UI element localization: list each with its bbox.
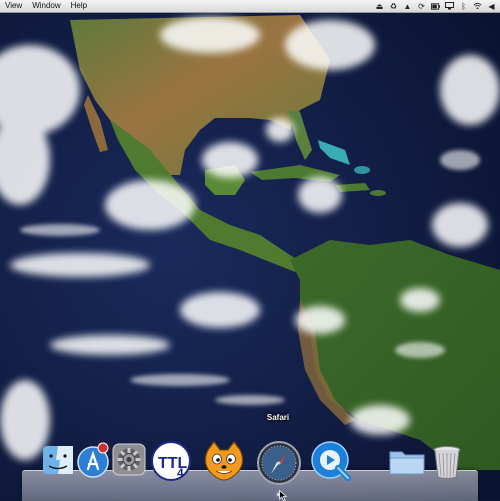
safari-compass-icon: [257, 441, 301, 485]
dock-finder[interactable]: [42, 440, 74, 476]
finder-icon: [43, 446, 73, 474]
dock-safari[interactable]: [256, 440, 302, 486]
folder-icon: [389, 451, 425, 475]
dock-app-store[interactable]: [76, 440, 110, 478]
notification-badge: [97, 442, 109, 454]
menu-help[interactable]: Help: [66, 0, 92, 12]
sync-icon[interactable]: ⟳: [417, 2, 426, 11]
menu-bar: View Window Help ⏏ ♻ ▲ ⟳ ᛒ ◀: [0, 0, 500, 13]
dock-scratch[interactable]: [202, 440, 246, 482]
wifi-icon[interactable]: [473, 2, 482, 11]
recycle-icon[interactable]: ♻: [389, 2, 398, 11]
bluetooth-icon[interactable]: ᛒ: [459, 2, 468, 11]
scratch-cat-icon: [204, 441, 244, 481]
ttl4-icon: TTL 4: [151, 441, 191, 481]
adobe-icon[interactable]: ▲: [403, 2, 412, 11]
dock-applications-folder[interactable]: [388, 440, 426, 476]
gear-icon: [112, 443, 146, 476]
desktop-wallpaper: [0, 0, 500, 500]
mouse-cursor-icon: [279, 490, 287, 501]
dock-system-preferences[interactable]: [112, 440, 146, 476]
menu-window[interactable]: Window: [27, 0, 65, 12]
monitor-icon[interactable]: [445, 2, 454, 11]
earth-satellite-image: [0, 0, 500, 500]
trash-icon: [433, 446, 461, 479]
volume-icon[interactable]: ◀: [487, 2, 496, 11]
app-store-icon: [77, 442, 109, 478]
status-menu-area: ⏏ ♻ ▲ ⟳ ᛒ ◀: [375, 2, 500, 11]
svg-text:4: 4: [177, 466, 184, 480]
dock-quicktime[interactable]: [310, 440, 354, 484]
eject-icon[interactable]: ⏏: [375, 2, 384, 11]
dock-trash[interactable]: [432, 440, 462, 480]
battery-icon[interactable]: [431, 2, 440, 11]
dock-ttl4[interactable]: TTL 4: [150, 440, 192, 482]
dock-tooltip: Safari: [266, 413, 290, 422]
menu-view[interactable]: View: [0, 0, 27, 12]
quicktime-icon: [311, 441, 351, 481]
